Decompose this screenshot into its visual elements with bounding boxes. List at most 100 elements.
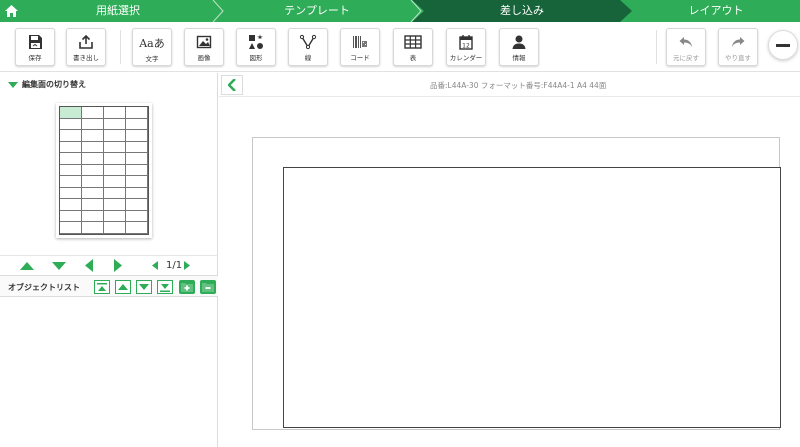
step-layout[interactable]: レイアウト	[632, 0, 800, 22]
page-next-small-icon[interactable]	[184, 261, 190, 270]
prev-page-icon[interactable]	[84, 259, 93, 272]
next-page-icon[interactable]	[114, 259, 123, 272]
edit-face-switch-header[interactable]: 編集面の切り替え	[8, 79, 86, 90]
shape-button[interactable]: 図形	[236, 28, 276, 66]
image-button[interactable]: 画像	[184, 28, 224, 66]
toolbar: 保存 書き出し Aaあ 文字 画像 図形 線 コード 表 12 カレンダー 情報…	[0, 22, 800, 72]
thumbnail-label-cell	[82, 187, 104, 200]
thumbnail-label-cell	[82, 141, 104, 154]
bring-forward-button[interactable]	[115, 280, 131, 294]
code-button[interactable]: コード	[340, 28, 380, 66]
table-icon	[404, 35, 422, 49]
edit-face-switch-title: 編集面の切り替え	[22, 80, 86, 89]
thumbnail-label-cell	[104, 210, 126, 223]
thumbnail-label-cell	[126, 176, 148, 188]
thumbnail-label-cell	[126, 153, 148, 165]
thumbnail-label-cell	[126, 118, 148, 131]
info-button[interactable]: 情報	[499, 28, 539, 66]
object-list-header: オブジェクトリスト	[0, 275, 218, 297]
thumbnail-label-cell	[104, 107, 126, 119]
code-label: コード	[350, 54, 370, 62]
thumbnail-label-cell	[126, 164, 148, 177]
thumbnail-label-cell	[60, 107, 82, 119]
thumbnail-label-cell	[104, 199, 126, 211]
remove-folder-button[interactable]	[200, 280, 216, 294]
bring-to-front-button[interactable]	[94, 280, 110, 294]
thumbnail-label-cell	[104, 222, 126, 234]
send-to-back-icon	[160, 283, 170, 292]
image-icon	[196, 35, 212, 49]
text-button[interactable]: Aaあ 文字	[132, 28, 172, 66]
line-label: 線	[304, 54, 312, 62]
object-list-title: オブジェクトリスト	[8, 283, 80, 292]
step-paper-select[interactable]: 用紙選択	[22, 0, 214, 22]
bring-forward-icon	[118, 284, 128, 290]
thumbnail-label-cell	[104, 130, 126, 142]
step-bar: 用紙選択 テンプレート 差し込み レイアウト	[0, 0, 800, 22]
table-label: 表	[409, 54, 417, 62]
shape-label: 図形	[249, 54, 263, 62]
shape-icon	[249, 34, 263, 49]
send-backward-button[interactable]	[136, 280, 152, 294]
thumbnail-label-cell	[60, 187, 82, 200]
thumbnail-label-cell	[60, 153, 82, 165]
home-icon	[4, 5, 18, 17]
text-label: 文字	[145, 55, 159, 63]
thumbnail-label-cell	[82, 118, 104, 131]
thumbnail-label-cell	[126, 107, 148, 119]
line-button[interactable]: 線	[288, 28, 328, 66]
thumbnail-label-cell	[82, 107, 104, 119]
step-template[interactable]: テンプレート	[222, 0, 412, 22]
redo-button[interactable]: やり直す	[718, 28, 758, 66]
thumbnail-label-cell	[60, 118, 82, 131]
page-thumbnail[interactable]	[56, 103, 152, 238]
line-icon	[300, 34, 316, 50]
thumbnail-label-cell	[82, 153, 104, 165]
barcode-icon	[353, 36, 367, 48]
thumbnail-label-cell	[126, 210, 148, 223]
minus-icon	[776, 43, 790, 47]
thumbnail-label-grid	[59, 106, 149, 235]
home-button[interactable]	[0, 0, 22, 22]
table-button[interactable]: 表	[393, 28, 433, 66]
thumbnail-label-cell	[126, 130, 148, 142]
collapse-toolbar-button[interactable]	[768, 30, 798, 60]
send-backward-icon	[139, 284, 149, 290]
move-down-icon[interactable]	[52, 261, 66, 271]
page-prev-small-icon[interactable]	[152, 261, 158, 270]
undo-button[interactable]: 元に戻す	[666, 28, 706, 66]
send-to-back-button[interactable]	[157, 280, 173, 294]
export-label: 書き出し	[73, 54, 99, 62]
thumbnail-label-cell	[82, 164, 104, 177]
thumbnail-label-cell	[82, 222, 104, 234]
thumbnail-label-cell	[82, 199, 104, 211]
undo-label: 元に戻す	[673, 54, 699, 62]
thumbnail-label-cell	[60, 176, 82, 188]
label-edit-area[interactable]	[283, 167, 781, 428]
thumbnail-label-cell	[104, 118, 126, 131]
add-folder-button[interactable]	[179, 280, 195, 294]
thumbnail-label-cell	[82, 176, 104, 188]
thumbnail-label-cell	[126, 141, 148, 154]
export-button[interactable]: 書き出し	[66, 28, 106, 66]
move-up-icon[interactable]	[20, 261, 34, 271]
toolbar-divider	[656, 30, 657, 64]
folder-minus-icon	[202, 283, 214, 292]
redo-label: やり直す	[725, 54, 751, 62]
redo-icon	[732, 37, 745, 47]
thumbnail-label-cell	[60, 222, 82, 234]
page-count: 1/1	[166, 260, 183, 271]
save-button[interactable]: 保存	[15, 28, 55, 66]
calendar-button[interactable]: 12 カレンダー	[446, 28, 486, 66]
thumbnail-label-cell	[104, 153, 126, 165]
thumbnail-label-cell	[60, 164, 82, 177]
thumbnail-label-cell	[126, 199, 148, 211]
save-icon	[29, 35, 42, 49]
thumbnail-label-cell	[60, 199, 82, 211]
step-merge[interactable]: 差し込み	[412, 0, 632, 22]
thumbnail-label-cell	[60, 210, 82, 223]
left-panel: 編集面の切り替え 1/1 オブジェクトリスト	[0, 73, 218, 447]
thumbnail-label-cell	[126, 222, 148, 234]
thumbnail-label-cell	[104, 176, 126, 188]
collapse-panel-button[interactable]	[221, 75, 243, 95]
